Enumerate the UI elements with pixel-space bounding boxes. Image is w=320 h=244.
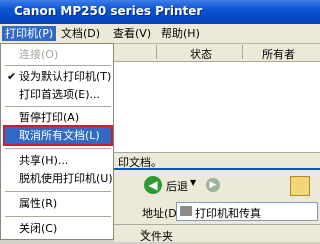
menu-separator bbox=[5, 148, 111, 149]
menu-item-label: 打印首选项(E)... bbox=[19, 88, 101, 101]
menu-item-connect[interactable]: 连接(O) bbox=[5, 46, 111, 63]
folder-up-icon[interactable] bbox=[290, 176, 310, 196]
checkmark-icon: ✔ bbox=[7, 70, 17, 83]
explorer-window: ◀ 后退 ▼ ▶ 地址(D) 打印机和传真 文件夹 ✕ bbox=[114, 168, 320, 243]
printer-icon bbox=[180, 206, 192, 216]
menu-document[interactable]: 文档(D) bbox=[58, 26, 103, 41]
menu-item-label: 共享(H)... bbox=[19, 154, 69, 167]
column-status[interactable]: 状态 bbox=[190, 46, 212, 62]
menu-item-set-default[interactable]: ✔ 设为默认打印机(T) bbox=[5, 68, 111, 85]
address-field[interactable]: 打印机和传真 bbox=[176, 202, 318, 221]
menu-item-properties[interactable]: 属性(R) bbox=[5, 195, 111, 212]
column-owner[interactable]: 所有者 bbox=[262, 46, 295, 62]
menu-view[interactable]: 查看(V) bbox=[110, 26, 154, 41]
menu-item-close[interactable]: 关闭(C) bbox=[5, 220, 111, 237]
explorer-toolbar: ◀ 后退 ▼ ▶ bbox=[114, 172, 320, 198]
menu-separator bbox=[5, 106, 111, 107]
menu-item-label: 设为默认打印机(T) bbox=[19, 70, 112, 83]
printer-menu-dropdown: 连接(O) ✔ 设为默认打印机(T) 打印首选项(E)... 暂停打印(A) 取… bbox=[0, 43, 114, 240]
menu-item-pause[interactable]: 暂停打印(A) bbox=[5, 109, 111, 126]
window-title: Canon MP250 series Printer bbox=[14, 4, 203, 18]
title-bar: Canon MP250 series Printer bbox=[0, 0, 320, 24]
menu-item-label: 属性(R) bbox=[19, 197, 58, 210]
status-bar: 印文档。 bbox=[114, 152, 320, 169]
document-list[interactable] bbox=[114, 62, 320, 152]
menu-item-label: 脱机使用打印机(U) bbox=[19, 172, 113, 185]
menu-separator bbox=[5, 191, 111, 192]
menu-item-label: 关闭(C) bbox=[19, 222, 58, 235]
menu-item-label: 暂停打印(A) bbox=[19, 111, 80, 124]
menu-separator bbox=[5, 65, 111, 66]
menu-item-label: 连接(O) bbox=[19, 48, 59, 61]
close-icon[interactable]: ✕ bbox=[140, 228, 316, 239]
menu-separator bbox=[5, 216, 111, 217]
document-list-header: 状态 所有者 bbox=[114, 44, 320, 62]
back-dropdown-icon[interactable]: ▼ bbox=[190, 178, 196, 187]
address-value: 打印机和传真 bbox=[195, 207, 261, 220]
menu-item-preferences[interactable]: 打印首选项(E)... bbox=[5, 86, 111, 103]
menu-help[interactable]: 帮助(H) bbox=[158, 26, 203, 41]
menu-item-share[interactable]: 共享(H)... bbox=[5, 152, 111, 169]
column-divider[interactable] bbox=[242, 45, 243, 59]
menu-item-use-offline[interactable]: 脱机使用打印机(U) bbox=[5, 170, 113, 187]
menu-printer[interactable]: 打印机(P) bbox=[2, 26, 57, 41]
menu-item-cancel-all[interactable]: 取消所有文档(L) bbox=[3, 125, 113, 146]
back-arrow-icon[interactable]: ◀ bbox=[144, 176, 162, 194]
address-row: 地址(D) 打印机和传真 bbox=[114, 202, 320, 221]
back-button-label[interactable]: 后退 bbox=[166, 178, 188, 194]
menu-bar: 打印机(P) 文档(D) 查看(V) 帮助(H) bbox=[0, 24, 320, 44]
menu-item-label: 取消所有文档(L) bbox=[19, 129, 100, 142]
forward-arrow-icon[interactable]: ▶ bbox=[206, 178, 220, 192]
folders-pane-header: 文件夹 ✕ bbox=[114, 224, 320, 243]
column-divider[interactable] bbox=[156, 45, 157, 59]
